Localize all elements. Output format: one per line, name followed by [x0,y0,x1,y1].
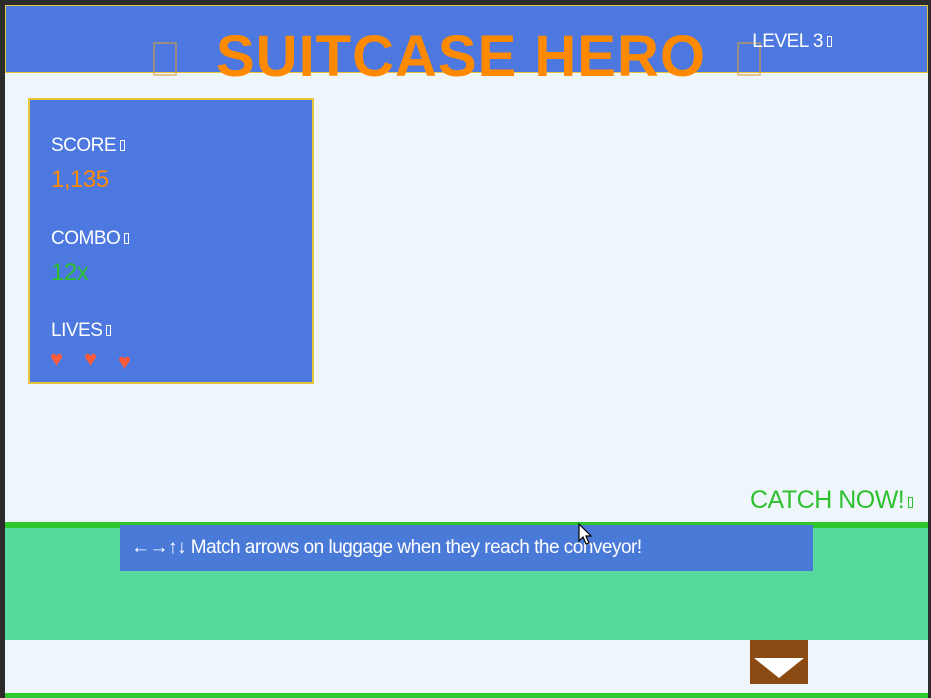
level-label: LEVEL 3 [752,31,823,52]
score-label: SCORE [51,135,117,156]
combo-glyph-icon [124,233,130,244]
lives-label: LIVES [51,320,103,341]
drop-down-button[interactable] [750,640,808,684]
level-indicator: LEVEL 3 [752,31,832,53]
catch-glyph-icon [908,497,914,508]
title-left-glyph-icon [153,42,177,76]
lives-label-row: LIVES [51,320,112,342]
score-glyph-icon [120,140,126,151]
combo-label: COMBO [51,228,121,249]
ground-line [5,693,928,698]
game-title: SUITCASE HERO [216,24,706,89]
lives-glyph-icon [106,325,112,336]
catch-prompt-text: CATCH NOW! [750,486,905,514]
lives-hearts: ♥ ♥ ♥ [50,348,170,378]
combo-label-row: COMBO [51,228,130,250]
score-label-row: SCORE [51,135,126,157]
instructions-banner: ←→↑↓ Match arrows on luggage when they r… [120,525,813,571]
game-canvas[interactable]: SUITCASE HERO LEVEL 3 SCORE 1,135 COMBO … [5,5,928,698]
header-bar: SUITCASE HERO LEVEL 3 [5,5,928,86]
heart-icon: ♥ [84,346,98,371]
catch-prompt: CATCH NOW! [750,486,914,515]
score-value: 1,135 [51,166,109,193]
chevron-down-icon [754,658,804,678]
mouse-pointer-icon [578,523,593,545]
combo-value: 12x [51,259,89,286]
heart-icon: ♥ [50,346,64,371]
level-glyph-icon [827,36,832,47]
stats-panel: SCORE 1,135 COMBO 12x LIVES ♥ ♥ ♥ [28,98,314,384]
heart-icon: ♥ [118,349,132,374]
